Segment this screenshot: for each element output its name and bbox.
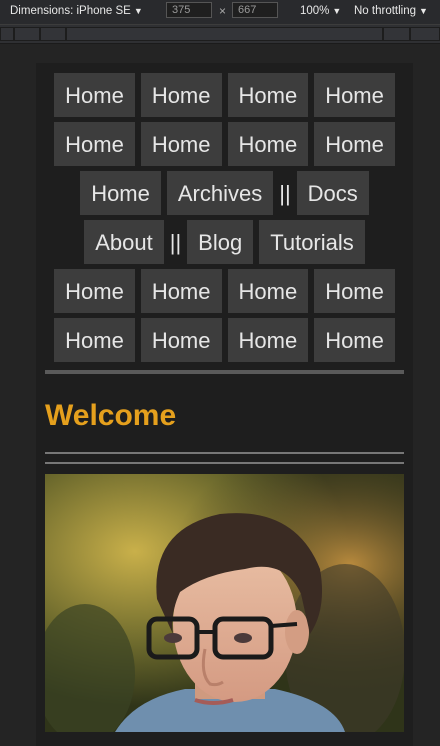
nav-link-docs[interactable]: Docs [296,171,369,215]
heading-rule-top [45,452,404,454]
nav-link-blog[interactable]: Blog [187,220,254,264]
throttle-selector[interactable]: No throttling ▼ [354,5,428,17]
media-query-ruler [0,25,440,44]
nav-link-home[interactable]: Home [140,73,222,117]
zoom-selector[interactable]: 100% ▼ [300,5,341,17]
nav-link-home[interactable]: Home [314,318,395,362]
ruler-segment[interactable] [66,27,383,41]
profile-photo-image [45,474,404,732]
zoom-caret-icon: ▼ [332,6,342,16]
nav-row: Home Home Home Home [45,122,404,166]
nav-link-home[interactable]: Home [54,73,135,117]
nav-link-home[interactable]: Home [54,318,135,362]
nav-row: Home Home Home Home [45,318,404,362]
nav-link-archives[interactable]: Archives [166,171,274,215]
nav-divider [45,370,404,374]
nav-link-home[interactable]: Home [314,122,395,166]
nav-link-home[interactable]: Home [140,318,222,362]
nav-link-home[interactable]: Home [227,73,309,117]
heading-rule-bottom [45,462,404,464]
width-input[interactable] [166,2,212,18]
ruler-segment[interactable] [410,27,440,41]
nav-row: Home Home Home Home [45,269,404,313]
device-selector[interactable]: Dimensions: iPhone SE ▼ [10,5,143,17]
nav-row: About || Blog Tutorials [45,220,404,264]
devtools-toolbar: Dimensions: iPhone SE▼ × 100%▼ No thrott… [0,0,440,25]
nav-link-home[interactable]: Home [80,171,161,215]
ruler-segment[interactable] [383,27,410,41]
nav-link-home[interactable]: Home [314,269,395,313]
nav-link-home[interactable]: Home [314,73,395,117]
nav-separator: || [279,181,291,206]
nav-link-home[interactable]: Home [140,122,222,166]
ruler-segment[interactable] [40,27,66,41]
nav-row: Home Home Home Home [45,73,404,117]
nav-row: Home Archives || Docs [45,171,404,215]
nav-link-home[interactable]: Home [54,122,135,166]
nav-link-home[interactable]: Home [227,318,309,362]
height-input[interactable] [232,2,278,18]
nav-link-tutorials[interactable]: Tutorials [259,220,365,264]
page-title: Welcome [45,399,177,432]
nav-link-about[interactable]: About [84,220,164,264]
profile-photo [45,474,404,732]
zoom-label: 100% [300,5,330,17]
page-viewport: Home Home Home Home Home Home Home Home Home Arch… [36,63,413,746]
nav-separator: || [169,230,182,255]
device-caret-icon: ▼ [133,6,143,16]
nav-link-home[interactable]: Home [227,122,309,166]
nav-link-home[interactable]: Home [140,269,222,313]
device-label: Dimensions: iPhone SE [10,5,131,17]
throttle-label: No throttling [354,5,417,17]
times-icon: × [219,4,227,18]
ruler-segment[interactable] [0,27,14,41]
nav-link-home[interactable]: Home [227,269,309,313]
ruler-segment[interactable] [14,27,40,41]
nav-link-home[interactable]: Home [54,269,135,313]
main-navigation: Home Home Home Home Home Home Home Home Home Arch… [45,73,404,362]
throttle-caret-icon: ▼ [419,6,428,16]
